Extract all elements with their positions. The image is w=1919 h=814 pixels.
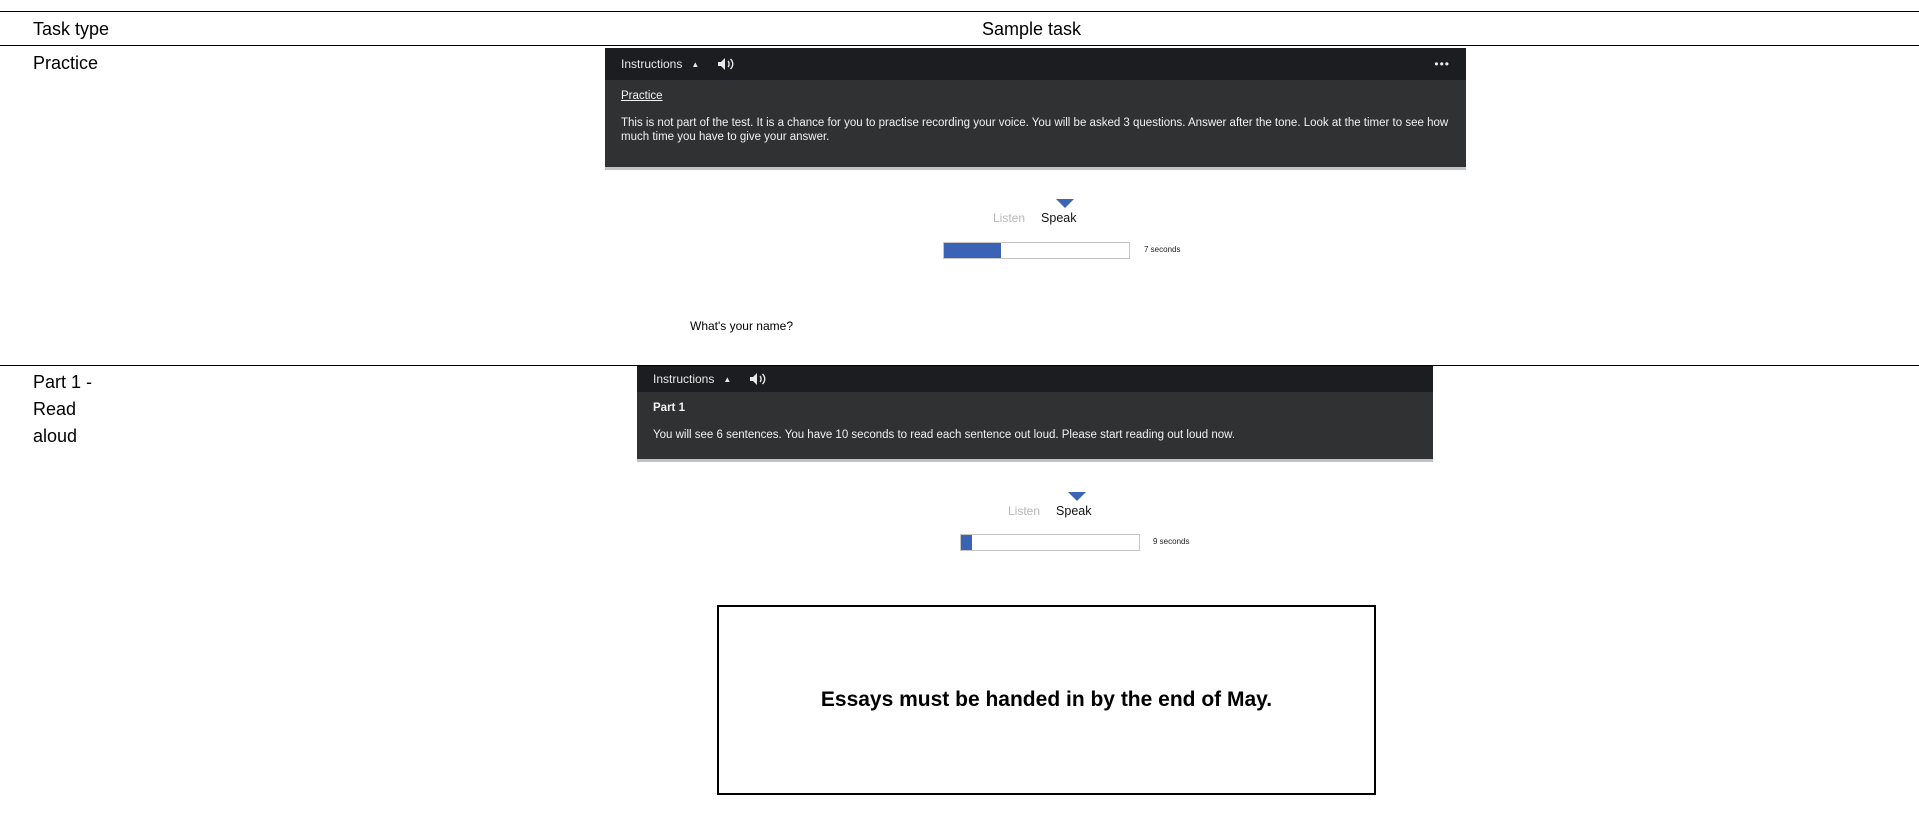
sentence-text: Essays must be handed in by the end of M…: [820, 688, 1273, 711]
speaker-icon[interactable]: [749, 372, 767, 386]
timer-progress-fill: [944, 243, 1002, 258]
instructions-text: This is not part of the test. It is a ch…: [621, 117, 1449, 143]
instructions-text: You will see 6 sentences. You have 10 se…: [653, 429, 1236, 441]
task-type-line: aloud: [33, 426, 78, 446]
instructions-body: Part 1 You will see 6 sentences. You hav…: [637, 392, 1433, 462]
instructions-title[interactable]: Practice: [621, 90, 1450, 102]
caret-up-icon[interactable]: ▲: [691, 60, 699, 69]
part1-instructions-panel: Instructions ▲ Part 1 You will see 6 sen…: [637, 366, 1433, 462]
timer-seconds: 9 seconds: [1153, 537, 1190, 546]
instructions-body: Practice This is not part of the test. I…: [605, 80, 1466, 170]
listen-speak-indicator: Listen Speak: [1008, 504, 1091, 518]
header-task-type: Task type: [33, 19, 110, 39]
task-type-part1: Part 1 - Read aloud: [33, 369, 92, 450]
table-top-rule: [0, 11, 1919, 12]
header-sample-task: Sample task: [982, 19, 1082, 39]
practice-question: What's your name?: [690, 319, 794, 333]
timer-progress-bar: [943, 242, 1130, 259]
speak-label: Speak: [1041, 211, 1077, 225]
sentence-card: Essays must be handed in by the end of M…: [717, 605, 1376, 795]
task-type-practice: Practice: [33, 53, 99, 73]
task-type-line: Part 1 -: [33, 372, 93, 392]
header-rule: [0, 45, 1919, 46]
listen-label: Listen: [993, 211, 1026, 225]
more-icon[interactable]: •••: [1434, 57, 1450, 71]
caret-up-icon[interactable]: ▲: [723, 375, 731, 384]
instructions-title: Part 1: [653, 402, 685, 414]
instructions-bar[interactable]: Instructions ▲ •••: [605, 48, 1466, 80]
instructions-label[interactable]: Instructions: [653, 372, 714, 386]
triangle-pointer-icon: [1068, 492, 1086, 501]
triangle-pointer-icon: [1056, 199, 1074, 208]
timer-progress-bar: [960, 534, 1140, 551]
listen-speak-indicator: Listen Speak: [993, 211, 1076, 225]
speaker-icon[interactable]: [717, 57, 735, 71]
task-type-line: Read: [33, 399, 77, 419]
listen-label: Listen: [1008, 504, 1041, 518]
timer-seconds: 7 seconds: [1144, 245, 1181, 254]
timer-progress-fill: [961, 535, 972, 550]
instructions-bar[interactable]: Instructions ▲: [637, 366, 1433, 392]
speak-label: Speak: [1056, 504, 1092, 518]
practice-instructions-panel: Instructions ▲ ••• Practice This is not …: [605, 48, 1466, 170]
instructions-label[interactable]: Instructions: [621, 57, 682, 71]
